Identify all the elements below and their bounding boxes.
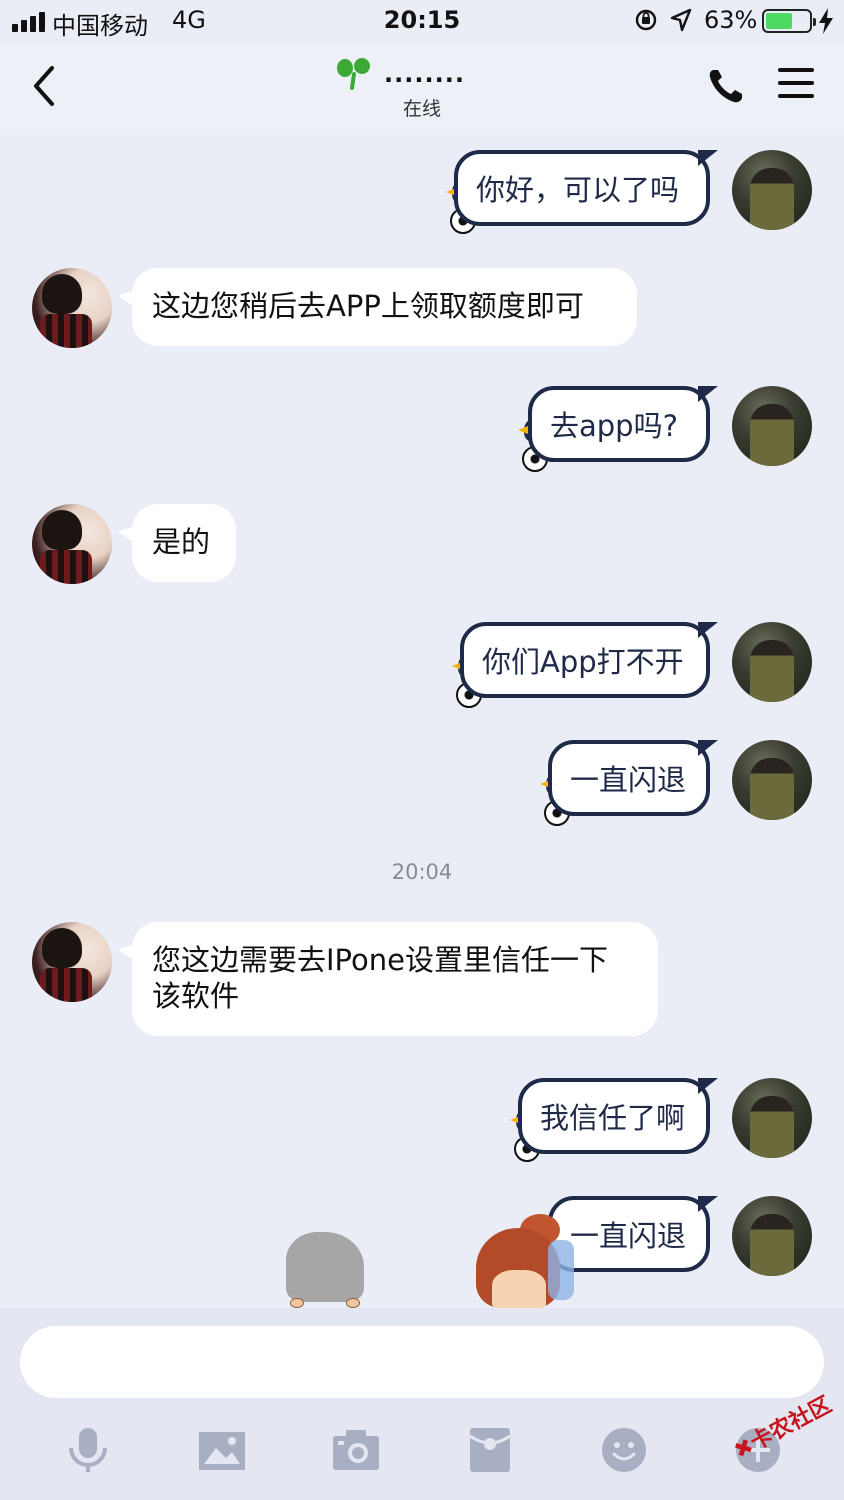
my-avatar[interactable] bbox=[732, 1078, 812, 1158]
message-bubble[interactable]: 你们App打不开 bbox=[460, 622, 710, 698]
message-text: 您这边需要去IPone设置里信任一下该软件 bbox=[152, 943, 608, 1013]
image-button[interactable] bbox=[196, 1424, 248, 1476]
hamburger-menu-icon bbox=[778, 68, 814, 98]
sprout-icon bbox=[336, 58, 372, 94]
message-text: 一直闪退 bbox=[570, 1219, 687, 1253]
my-avatar[interactable] bbox=[732, 740, 812, 820]
emoji-icon bbox=[602, 1428, 646, 1472]
message-timestamp: 20:04 bbox=[391, 860, 453, 884]
my-avatar[interactable] bbox=[732, 1196, 812, 1276]
charging-bolt-icon bbox=[818, 8, 834, 40]
chat-header: ........ 在线 bbox=[0, 44, 844, 130]
message-bubble[interactable]: 我信任了啊 bbox=[518, 1078, 710, 1154]
menu-button[interactable] bbox=[778, 68, 814, 107]
input-area bbox=[0, 1308, 844, 1500]
my-avatar[interactable] bbox=[732, 150, 812, 230]
red-packet-button[interactable] bbox=[464, 1424, 516, 1476]
message-bubble[interactable]: 您这边需要去IPone设置里信任一下该软件 bbox=[132, 922, 658, 1036]
message-text: 一直闪退 bbox=[570, 763, 687, 797]
camera-icon bbox=[333, 1430, 379, 1470]
rotation-lock-icon bbox=[634, 8, 658, 38]
message-bubble[interactable]: 一直闪退 bbox=[548, 740, 710, 816]
voice-input-button[interactable] bbox=[62, 1424, 114, 1476]
contact-avatar[interactable] bbox=[32, 268, 112, 348]
camera-button[interactable] bbox=[330, 1424, 382, 1476]
emoji-button[interactable] bbox=[598, 1424, 650, 1476]
red-packet-icon bbox=[469, 1428, 511, 1472]
message-text: 我信任了啊 bbox=[540, 1101, 686, 1135]
contact-name: ........ bbox=[384, 60, 465, 88]
message-bubble[interactable]: 是的 bbox=[132, 504, 236, 582]
status-bar: 中国移动 4G 20:15 63% bbox=[0, 0, 844, 44]
message-text: 去app吗? bbox=[550, 409, 678, 443]
message-input[interactable] bbox=[20, 1326, 824, 1398]
message-text: 这边您稍后去APP上领取额度即可 bbox=[152, 289, 584, 323]
phone-icon bbox=[709, 70, 742, 103]
location-arrow-icon bbox=[670, 8, 692, 38]
my-avatar[interactable] bbox=[732, 386, 812, 466]
message-text: 你们App打不开 bbox=[482, 645, 684, 679]
message-text: 是的 bbox=[152, 525, 211, 559]
voice-call-button[interactable] bbox=[706, 66, 746, 110]
message-bubble[interactable]: 你好，可以了吗 bbox=[454, 150, 710, 226]
peeking-grey-hair-sticker bbox=[286, 1232, 364, 1308]
microphone-icon bbox=[69, 1428, 107, 1472]
message-text: 你好，可以了吗 bbox=[476, 173, 680, 207]
message-bubble[interactable]: 去app吗? bbox=[528, 386, 710, 462]
battery-icon bbox=[762, 9, 816, 33]
peeking-girl-sticker bbox=[470, 1214, 582, 1308]
my-avatar[interactable] bbox=[732, 622, 812, 702]
contact-avatar[interactable] bbox=[32, 504, 112, 584]
image-icon bbox=[199, 1432, 245, 1470]
contact-avatar[interactable] bbox=[32, 922, 112, 1002]
battery-percent: 63% bbox=[704, 6, 758, 34]
message-bubble[interactable]: 这边您稍后去APP上领取额度即可 bbox=[132, 268, 637, 346]
